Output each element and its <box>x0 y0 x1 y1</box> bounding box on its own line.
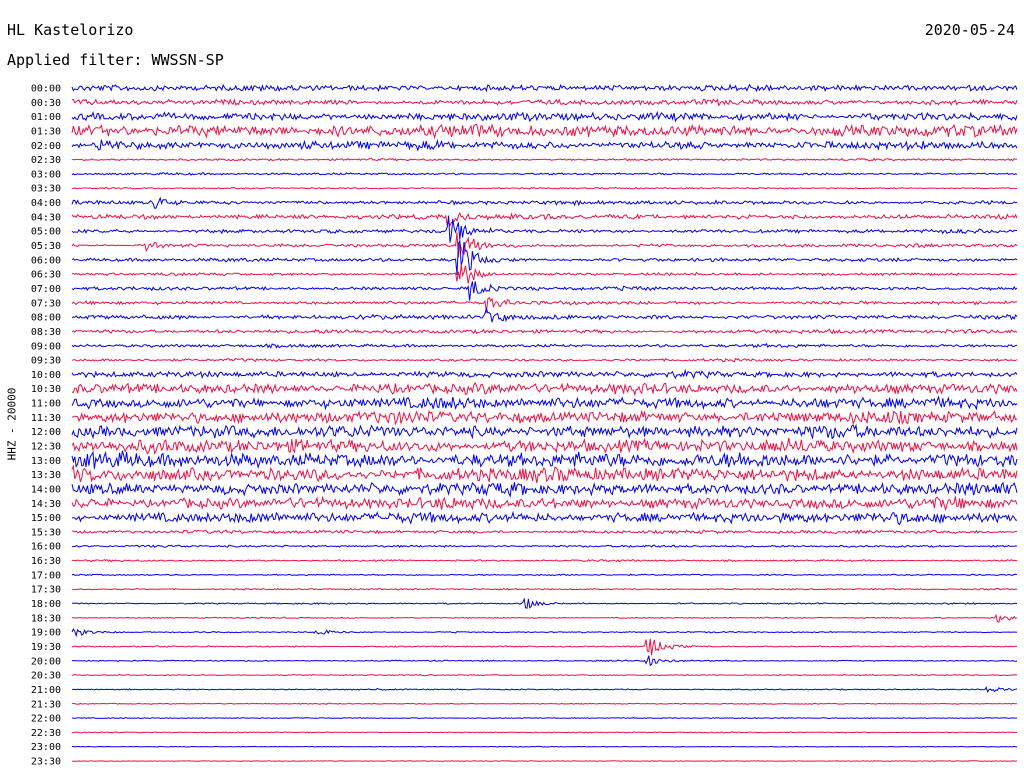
trace-row-2000 <box>71 655 1017 667</box>
trace-row-1400 <box>71 481 1018 498</box>
helicorder-chart: 00:00 00:30 01:00 01:30 02:00 02:30 03:00 03:30… <box>31 83 1018 768</box>
trace-row-1000 <box>71 368 1018 380</box>
trace-row-1600 <box>71 544 1017 549</box>
trace-row-0100 <box>71 110 1018 123</box>
trace-row-0700 <box>71 281 1018 301</box>
row-time-labels: 00:00 00:30 01:00 01:30 02:00 02:30 03:00 03:30… <box>31 84 61 768</box>
row-label-0300: 03:00 <box>31 169 61 180</box>
trace-row-1900 <box>71 628 1018 638</box>
row-label-2330: 23:30 <box>31 757 61 768</box>
row-label-0630: 06:30 <box>31 270 61 281</box>
trace-row-1930 <box>71 638 1018 656</box>
trace-row-0730 <box>71 296 1017 314</box>
row-label-0100: 01:00 <box>31 112 61 123</box>
row-label-1330: 13:30 <box>31 470 61 481</box>
row-label-0730: 07:30 <box>31 298 61 309</box>
row-label-0130: 01:30 <box>31 126 61 137</box>
row-label-0000: 00:00 <box>31 84 61 95</box>
row-label-1900: 19:00 <box>31 628 61 639</box>
trace-row-0500 <box>71 215 1018 243</box>
trace-row-1200 <box>71 423 1018 440</box>
row-label-1830: 18:30 <box>31 613 61 624</box>
row-label-1030: 10:30 <box>31 384 61 395</box>
trace-row-2030 <box>71 674 1018 677</box>
row-label-2230: 22:30 <box>31 728 61 739</box>
row-label-0830: 08:30 <box>31 327 61 338</box>
trace-row-1800 <box>71 597 1018 609</box>
trace-row-0000 <box>71 83 1018 93</box>
row-label-1200: 12:00 <box>31 427 61 438</box>
trace-row-2100 <box>71 686 1018 693</box>
row-label-2100: 21:00 <box>31 685 61 696</box>
trace-row-0330 <box>71 186 1018 190</box>
row-label-0030: 00:30 <box>31 98 61 109</box>
trace-row-0130 <box>71 123 1018 140</box>
row-label-2200: 22:00 <box>31 714 61 725</box>
row-label-0600: 06:00 <box>31 255 61 266</box>
trace-row-2130 <box>71 702 1017 705</box>
row-label-2030: 20:30 <box>31 671 61 682</box>
trace-row-0430 <box>71 211 1018 228</box>
trace-row-0300 <box>71 171 1018 176</box>
row-label-1730: 17:30 <box>31 585 61 596</box>
trace-row-1330 <box>71 464 1018 484</box>
trace-row-0830 <box>71 328 1018 335</box>
trace-row-1300 <box>71 450 1018 470</box>
trace-row-0630 <box>71 264 1018 284</box>
trace-row-1730 <box>71 587 1018 591</box>
row-label-1800: 18:00 <box>31 599 61 610</box>
trace-row-1530 <box>71 529 1018 535</box>
row-label-0230: 02:30 <box>31 155 61 166</box>
row-label-1430: 14:30 <box>31 499 61 510</box>
trace-row-1630 <box>71 558 1018 563</box>
seismic-traces <box>71 83 1018 762</box>
row-label-1400: 14:00 <box>31 484 61 495</box>
row-label-2000: 20:00 <box>31 656 61 667</box>
trace-row-0400 <box>71 196 1018 209</box>
trace-row-1500 <box>71 510 1018 526</box>
row-label-0500: 05:00 <box>31 227 61 238</box>
row-label-1000: 10:00 <box>31 370 61 381</box>
trace-row-1230 <box>71 437 1018 455</box>
row-label-2300: 23:00 <box>31 742 61 753</box>
trace-row-0530 <box>71 232 1018 258</box>
row-label-1300: 13:00 <box>31 456 61 467</box>
row-label-1500: 15:00 <box>31 513 61 524</box>
row-label-0200: 02:00 <box>31 141 61 152</box>
row-label-1930: 19:30 <box>31 642 61 653</box>
trace-row-1830 <box>71 613 1018 623</box>
row-label-0330: 03:30 <box>31 184 61 195</box>
row-label-0700: 07:00 <box>31 284 61 295</box>
trace-row-0900 <box>71 342 1018 349</box>
row-label-1700: 17:00 <box>31 570 61 581</box>
row-label-1230: 12:30 <box>31 442 61 453</box>
trace-row-1100 <box>71 395 1018 411</box>
row-label-1630: 16:30 <box>31 556 61 567</box>
row-label-0900: 09:00 <box>31 341 61 352</box>
trace-row-2230 <box>71 731 1018 734</box>
row-label-1130: 11:30 <box>31 413 61 424</box>
row-label-0430: 04:30 <box>31 212 61 223</box>
trace-row-1430 <box>71 495 1018 512</box>
row-label-0530: 05:30 <box>31 241 61 252</box>
trace-row-0030 <box>71 98 1018 107</box>
row-label-0930: 09:30 <box>31 356 61 367</box>
row-label-0800: 08:00 <box>31 313 61 324</box>
trace-row-0800 <box>71 307 1018 323</box>
trace-row-2330 <box>71 760 1018 762</box>
trace-row-0230 <box>71 157 1018 162</box>
trace-row-2300 <box>72 745 1017 748</box>
row-label-1600: 16:00 <box>31 542 61 553</box>
trace-row-1030 <box>71 381 1018 397</box>
row-label-0400: 04:00 <box>31 198 61 209</box>
row-label-1530: 15:30 <box>31 527 61 538</box>
trace-row-1700 <box>71 573 1018 577</box>
trace-row-1130 <box>71 409 1018 426</box>
trace-row-0200 <box>71 138 1018 152</box>
trace-row-0930 <box>71 357 1018 363</box>
row-label-2130: 21:30 <box>31 699 61 710</box>
trace-row-2200 <box>71 717 1018 720</box>
row-label-1100: 11:00 <box>31 399 61 410</box>
